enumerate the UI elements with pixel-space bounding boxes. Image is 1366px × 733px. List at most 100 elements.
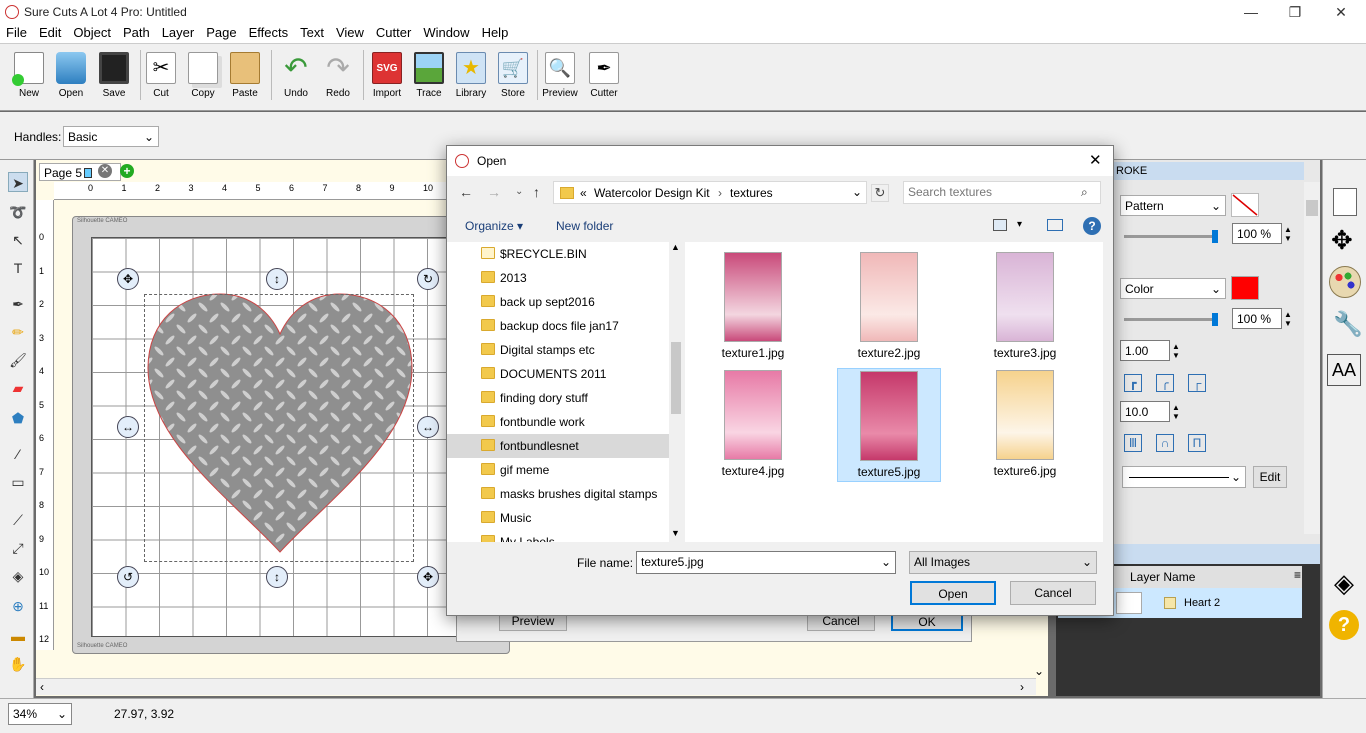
text-tool-icon[interactable]: T (8, 258, 28, 278)
eraser-tool-icon[interactable]: ▰ (8, 378, 28, 398)
spin-icon[interactable]: ▲ ▼ (1172, 342, 1180, 360)
rotate-handle-icon[interactable]: ✥ (117, 268, 139, 290)
cancel-button[interactable]: Cancel (1010, 581, 1096, 605)
folder-item[interactable]: finding dory stuff (447, 386, 669, 410)
color-select[interactable]: Color ⌄ (1120, 278, 1226, 299)
eyedropper-tool-icon[interactable]: ⁄ (8, 444, 28, 464)
stroke-color-swatch[interactable] (1231, 276, 1259, 300)
join-round-icon[interactable]: ╭ (1156, 374, 1174, 392)
horizontal-scrollbar[interactable]: ‹ › (36, 678, 1036, 695)
folder-item[interactable]: My Labels (447, 530, 669, 542)
trace-button[interactable]: Trace (408, 52, 450, 99)
cut-button[interactable]: ✂ Cut (140, 52, 182, 99)
stroke-opacity-input[interactable]: 100 % (1232, 308, 1282, 329)
document-panel-icon[interactable] (1333, 188, 1357, 216)
zoom-select[interactable]: 34% ⌄ (8, 703, 72, 725)
folder-item[interactable]: gif meme (447, 458, 669, 482)
copy-button[interactable]: Copy (182, 52, 224, 99)
file-type-select[interactable]: All Images ⌄ (909, 551, 1097, 574)
file-item[interactable]: texture5.jpg (837, 368, 941, 482)
edit-dash-button[interactable]: Edit (1253, 466, 1287, 488)
pencil-tool-icon[interactable]: ✏ (8, 322, 28, 342)
menu-layer[interactable]: Layer (156, 24, 201, 40)
properties-scrollbar[interactable] (1304, 182, 1320, 534)
preview-button[interactable]: 🔍 Preview (539, 52, 581, 99)
import-button[interactable]: SVG Import (366, 52, 408, 99)
menu-page[interactable]: Page (200, 24, 242, 40)
move-handle-icon[interactable]: ✥ (417, 566, 439, 588)
scroll-right-icon[interactable]: › (1020, 680, 1024, 694)
measure-tool-icon[interactable]: ▬ (8, 626, 28, 646)
folder-item[interactable]: masks brushes digital stamps (447, 482, 669, 506)
folder-item[interactable]: 2013 (447, 266, 669, 290)
library-button[interactable]: ★ Library (450, 52, 492, 99)
resize-horizontal-handle-icon[interactable]: ↔ (417, 416, 439, 438)
scroll-up-icon[interactable]: ▲ (671, 242, 680, 252)
layers-menu-icon[interactable]: ≡ (1294, 568, 1301, 582)
node-select-tool-icon[interactable]: ↖ (8, 230, 28, 250)
select-tool-icon[interactable]: ➤ (8, 172, 28, 192)
pattern-select[interactable]: Pattern ⌄ (1120, 195, 1226, 216)
menu-help[interactable]: Help (476, 24, 515, 40)
menu-cutter[interactable]: Cutter (370, 24, 417, 40)
scroll-down-icon[interactable]: ▼ (671, 528, 680, 538)
menu-effects[interactable]: Effects (243, 24, 295, 40)
transform-tool-icon[interactable]: ⤢ (8, 538, 28, 558)
resize-horizontal-handle-icon[interactable]: ↔ (117, 416, 139, 438)
view-options-icon[interactable] (993, 219, 1007, 231)
miter-limit-input[interactable]: 10.0 (1120, 401, 1170, 422)
no-color-swatch-icon[interactable] (1231, 193, 1259, 217)
flip-tool-icon[interactable]: ◈ (8, 566, 28, 586)
dash-pattern-select[interactable]: ⌄ (1122, 466, 1246, 488)
spin-icon[interactable]: ▲ ▼ (1284, 225, 1292, 243)
search-input[interactable]: Search textures (903, 181, 1101, 204)
new-button[interactable]: New (8, 52, 50, 99)
text-panel-icon[interactable]: AA (1327, 354, 1361, 386)
opacity-input[interactable]: 100 % (1232, 223, 1282, 244)
open-button[interactable]: Open (910, 581, 996, 605)
redo-button[interactable]: ↷ Redo (317, 52, 359, 99)
menu-file[interactable]: File (0, 24, 33, 40)
rotate-handle-icon[interactable]: ↻ (417, 268, 439, 290)
chevron-down-icon[interactable]: ⌄ (852, 182, 862, 202)
minimize-icon[interactable]: — (1228, 2, 1274, 22)
file-item[interactable]: texture4.jpg (701, 368, 805, 480)
paste-button[interactable]: Paste (224, 52, 266, 99)
back-arrow-icon[interactable]: ← (459, 184, 473, 200)
menu-view[interactable]: View (330, 24, 370, 40)
address-bar[interactable]: « Watercolor Design Kit › textures ⌄ (553, 181, 867, 204)
menu-path[interactable]: Path (117, 24, 156, 40)
add-page-icon[interactable]: + (120, 164, 134, 178)
opacity-slider[interactable] (1124, 230, 1218, 243)
cap-butt-icon[interactable]: Ⅲ (1124, 434, 1142, 452)
wrench-panel-icon[interactable]: 🔧 (1333, 310, 1363, 339)
refresh-icon[interactable]: ↻ (871, 184, 889, 202)
chevron-down-icon[interactable]: ▾ (1017, 219, 1022, 230)
up-arrow-icon[interactable]: ↑ (533, 184, 540, 200)
cutter-button[interactable]: ✒ Cutter (583, 52, 625, 99)
rotate-handle-icon[interactable]: ↺ (117, 566, 139, 588)
navigation-scrollbar[interactable]: ▲ ▼ (669, 242, 683, 542)
resize-vertical-handle-icon[interactable]: ↕ (266, 566, 288, 588)
file-item[interactable]: texture1.jpg (701, 250, 805, 362)
help-icon[interactable]: ? (1329, 610, 1359, 640)
join-bevel-icon[interactable]: ┌ (1188, 374, 1206, 392)
brush-tool-icon[interactable]: 🖌 (8, 350, 28, 370)
folder-item[interactable]: fontbundle work (447, 410, 669, 434)
scroll-thumb[interactable] (671, 342, 681, 414)
layers-panel-icon[interactable]: ◈ (1327, 566, 1361, 600)
file-item[interactable]: texture3.jpg (973, 250, 1077, 362)
cap-round-icon[interactable]: ∩ (1156, 434, 1174, 452)
hand-tool-icon[interactable]: ✋ (8, 654, 28, 674)
handles-select[interactable]: Basic ⌄ (63, 126, 159, 147)
store-button[interactable]: 🛒 Store (492, 52, 534, 99)
file-item[interactable]: texture6.jpg (973, 368, 1077, 480)
stroke-opacity-slider[interactable] (1124, 313, 1218, 326)
folder-item[interactable]: fontbundlesnet (447, 434, 669, 458)
restore-icon[interactable]: ❐ (1272, 2, 1318, 22)
save-button[interactable]: Save (93, 52, 135, 99)
lasso-tool-icon[interactable]: ➰ (8, 202, 28, 222)
preview-pane-icon[interactable] (1047, 219, 1063, 231)
menu-object[interactable]: Object (67, 24, 117, 40)
spin-icon[interactable]: ▲ ▼ (1172, 403, 1180, 421)
